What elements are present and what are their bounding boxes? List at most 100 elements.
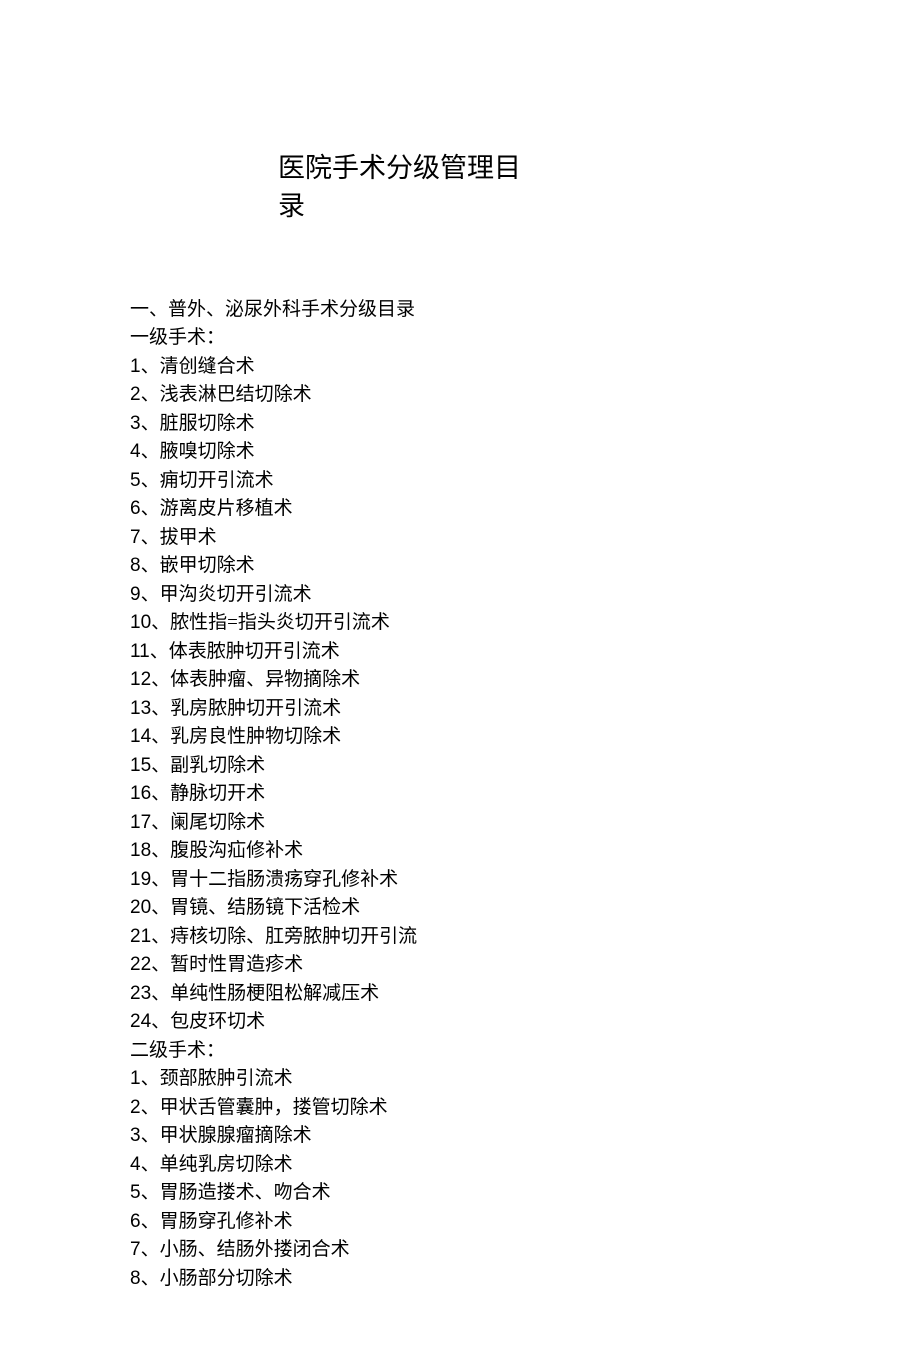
list-item: 7、小肠、结肠外搂闭合术 (130, 1236, 790, 1265)
list-item: 6、胃肠穿孔修补术 (130, 1208, 790, 1237)
item-text: 、乳房脓肿切开引流术 (151, 698, 341, 719)
item-text: 、副乳切除术 (151, 755, 265, 776)
list-item: 3、甲状腺腺瘤摘除术 (130, 1122, 790, 1151)
item-number: 2 (130, 1097, 141, 1118)
item-text: 、颈部脓肿引流术 (141, 1068, 293, 1089)
section-heading: 一、普外、泌尿外科手术分级目录 (130, 296, 790, 325)
item-number: 17 (130, 812, 151, 833)
item-text: 、乳房良性肿物切除术 (151, 726, 341, 747)
list-item: 1、清创缝合术 (130, 353, 790, 382)
item-text: 、小肠部分切除术 (141, 1268, 293, 1289)
list-item: 5、胃肠造搂术、吻合术 (130, 1179, 790, 1208)
item-number: 4 (130, 1154, 141, 1175)
item-number: 8 (130, 555, 141, 576)
item-text: 、单纯性肠梗阻松解减压术 (151, 983, 379, 1004)
item-number: 3 (130, 1125, 141, 1146)
list-item: 15、副乳切除术 (130, 752, 790, 781)
list-item: 18、腹股沟疝修补术 (130, 837, 790, 866)
item-number: 21 (130, 926, 151, 947)
list-item: 9、甲沟炎切开引流术 (130, 581, 790, 610)
list-item: 4、腋嗅切除术 (130, 438, 790, 467)
list-item: 3、脏服切除术 (130, 410, 790, 439)
list-item: 5、痈切开引流术 (130, 467, 790, 496)
level2-list: 1、颈部脓肿引流术2、甲状舌管囊肿，搂管切除术3、甲状腺腺瘤摘除术4、单纯乳房切… (130, 1065, 790, 1293)
list-item: 20、胃镜、结肠镜下活检术 (130, 894, 790, 923)
item-text: 、胃肠造搂术、吻合术 (141, 1182, 331, 1203)
title-line-1: 医院手术分级管理目 (278, 153, 521, 183)
list-item: 17、阑尾切除术 (130, 809, 790, 838)
item-number: 13 (130, 698, 151, 719)
item-number: 16 (130, 783, 151, 804)
item-text: 、体表脓肿切开引流术 (150, 641, 340, 662)
item-text: 、嵌甲切除术 (141, 555, 255, 576)
item-number: 11 (130, 641, 150, 662)
item-text: 、阑尾切除术 (151, 812, 265, 833)
item-number: 20 (130, 897, 151, 918)
list-item: 10、脓性指=指头炎切开引流术 (130, 609, 790, 638)
item-number: 7 (130, 527, 141, 548)
item-text: 、暂时性胃造疹术 (151, 954, 303, 975)
item-number: 12 (130, 669, 151, 690)
list-item: 19、胃十二指肠溃疡穿孔修补术 (130, 866, 790, 895)
document-title: 医院手术分级管理目 录 (278, 150, 578, 226)
item-text: 、包皮环切术 (151, 1011, 265, 1032)
item-number: 18 (130, 840, 151, 861)
level2-heading: 二级手术： (130, 1037, 790, 1066)
list-item: 1、颈部脓肿引流术 (130, 1065, 790, 1094)
item-text: 、痈切开引流术 (141, 470, 274, 491)
item-number: 10 (130, 612, 151, 633)
item-number: 5 (130, 1182, 141, 1203)
item-text: 、体表肿瘤、异物摘除术 (151, 669, 360, 690)
item-number: 1 (130, 1068, 141, 1089)
list-item: 14、乳房良性肿物切除术 (130, 723, 790, 752)
item-number: 7 (130, 1239, 141, 1260)
item-text: 、游离皮片移植术 (141, 498, 293, 519)
item-number: 9 (130, 584, 141, 605)
list-item: 24、包皮环切术 (130, 1008, 790, 1037)
list-item: 11、体表脓肿切开引流术 (130, 638, 790, 667)
list-item: 13、乳房脓肿切开引流术 (130, 695, 790, 724)
item-text: 、甲状舌管囊肿，搂管切除术 (141, 1097, 388, 1118)
item-text: 、甲沟炎切开引流术 (141, 584, 312, 605)
item-text: 、腋嗅切除术 (141, 441, 255, 462)
item-number: 2 (130, 384, 141, 405)
item-number: 5 (130, 470, 141, 491)
level1-list: 1、清创缝合术2、浅表淋巴结切除术3、脏服切除术4、腋嗅切除术5、痈切开引流术6… (130, 353, 790, 1037)
item-text: 、甲状腺腺瘤摘除术 (141, 1125, 312, 1146)
item-text: 、静脉切开术 (151, 783, 265, 804)
item-text: 、清创缝合术 (141, 356, 255, 377)
list-item: 21、痔核切除、肛旁脓肿切开引流 (130, 923, 790, 952)
item-text: 、胃肠穿孔修补术 (141, 1211, 293, 1232)
title-line-2: 录 (278, 191, 305, 221)
item-number: 23 (130, 983, 151, 1004)
item-text: 、腹股沟疝修补术 (151, 840, 303, 861)
document-page: 医院手术分级管理目 录 一、普外、泌尿外科手术分级目录 一级手术： 1、清创缝合… (0, 0, 920, 1353)
item-number: 1 (130, 356, 141, 377)
item-number: 24 (130, 1011, 151, 1032)
item-number: 19 (130, 869, 151, 890)
list-item: 4、单纯乳房切除术 (130, 1151, 790, 1180)
list-item: 8、小肠部分切除术 (130, 1265, 790, 1294)
item-text: 、痔核切除、肛旁脓肿切开引流 (151, 926, 417, 947)
item-number: 6 (130, 498, 141, 519)
item-number: 14 (130, 726, 151, 747)
list-item: 22、暂时性胃造疹术 (130, 951, 790, 980)
list-item: 7、拔甲术 (130, 524, 790, 553)
item-text: 、小肠、结肠外搂闭合术 (141, 1239, 350, 1260)
item-number: 3 (130, 413, 141, 434)
item-number: 15 (130, 755, 151, 776)
list-item: 2、甲状舌管囊肿，搂管切除术 (130, 1094, 790, 1123)
item-text: 、单纯乳房切除术 (141, 1154, 293, 1175)
item-text: 、胃十二指肠溃疡穿孔修补术 (151, 869, 398, 890)
list-item: 12、体表肿瘤、异物摘除术 (130, 666, 790, 695)
item-text: 、拔甲术 (141, 527, 217, 548)
list-item: 6、游离皮片移植术 (130, 495, 790, 524)
list-item: 2、浅表淋巴结切除术 (130, 381, 790, 410)
list-item: 23、单纯性肠梗阻松解减压术 (130, 980, 790, 1009)
item-text: 、胃镜、结肠镜下活检术 (151, 897, 360, 918)
level1-heading: 一级手术： (130, 324, 790, 353)
item-number: 4 (130, 441, 141, 462)
item-number: 22 (130, 954, 151, 975)
item-text: 、脏服切除术 (141, 413, 255, 434)
item-number: 8 (130, 1268, 141, 1289)
